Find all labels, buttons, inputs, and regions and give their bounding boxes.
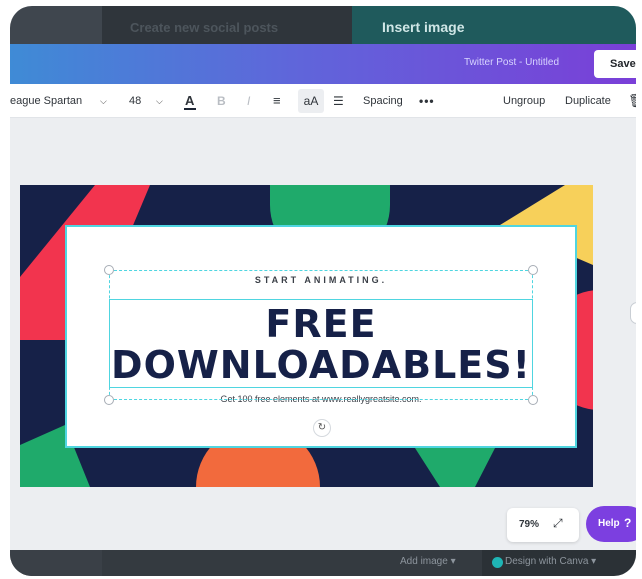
italic-icon[interactable]: I bbox=[247, 84, 250, 118]
add-image-button[interactable]: Add image ▾ bbox=[400, 556, 456, 567]
green-bottom-right-shape bbox=[415, 448, 495, 487]
list-icon[interactable]: ☰ bbox=[333, 84, 344, 118]
resize-handle-top-right[interactable] bbox=[528, 265, 538, 275]
selection-box[interactable] bbox=[109, 270, 533, 400]
text-color-icon[interactable]: A bbox=[183, 84, 197, 118]
question-icon: ? bbox=[624, 516, 632, 530]
resize-handle-bottom-right[interactable] bbox=[528, 395, 538, 405]
trash-icon[interactable]: 🗑 bbox=[628, 84, 636, 118]
font-family-select[interactable]: eague Spartan bbox=[10, 84, 82, 118]
app-window: Create new social posts Insert image Twi… bbox=[10, 6, 636, 576]
spacing-button[interactable]: Spacing bbox=[363, 84, 403, 118]
resize-handle-top-left[interactable] bbox=[104, 265, 114, 275]
top-strip-right-label[interactable]: Insert image bbox=[382, 19, 464, 35]
letter-case-icon[interactable]: aA bbox=[298, 89, 324, 113]
more-options-icon[interactable]: ••• bbox=[419, 84, 435, 118]
resize-handle-bottom-left[interactable] bbox=[104, 395, 114, 405]
font-size-select[interactable]: 48 bbox=[129, 84, 141, 118]
rotate-icon[interactable]: ↻ bbox=[313, 419, 331, 437]
ungroup-button[interactable]: Ungroup bbox=[503, 84, 545, 118]
editor-header: Twitter Post - Untitled Save bbox=[10, 44, 636, 84]
zoom-value[interactable]: 79% bbox=[519, 519, 539, 530]
top-strip-panel-left bbox=[10, 6, 102, 44]
duplicate-button[interactable]: Duplicate bbox=[565, 84, 611, 118]
align-center-icon[interactable]: ≡ bbox=[273, 84, 281, 118]
canva-logo-icon bbox=[492, 557, 503, 568]
help-button[interactable]: Help ? bbox=[586, 506, 636, 542]
expand-icon[interactable]: ⤢ bbox=[553, 516, 563, 531]
bottom-strip-panel-left bbox=[10, 550, 102, 576]
chevron-down-icon[interactable]: ⌵ bbox=[156, 84, 163, 118]
top-strip: Create new social posts Insert image bbox=[10, 6, 636, 44]
page-side-handle[interactable] bbox=[630, 302, 636, 324]
save-button[interactable]: Save bbox=[594, 50, 636, 78]
chevron-down-icon[interactable]: ⌵ bbox=[100, 84, 107, 118]
top-strip-left-label: Create new social posts bbox=[130, 20, 279, 35]
bottom-strip: Add image ▾ Design with Canva ▾ bbox=[10, 550, 636, 576]
help-label: Help bbox=[598, 518, 620, 529]
design-with-button[interactable]: Design with Canva ▾ bbox=[505, 556, 596, 567]
document-title[interactable]: Twitter Post - Untitled bbox=[464, 57, 559, 68]
bold-icon[interactable]: B bbox=[217, 84, 226, 118]
text-toolbar: eague Spartan ⌵ 48 ⌵ A B I ≡ aA ☰ Spacin… bbox=[10, 84, 636, 118]
zoom-control[interactable]: 79% ⤢ bbox=[507, 508, 579, 542]
